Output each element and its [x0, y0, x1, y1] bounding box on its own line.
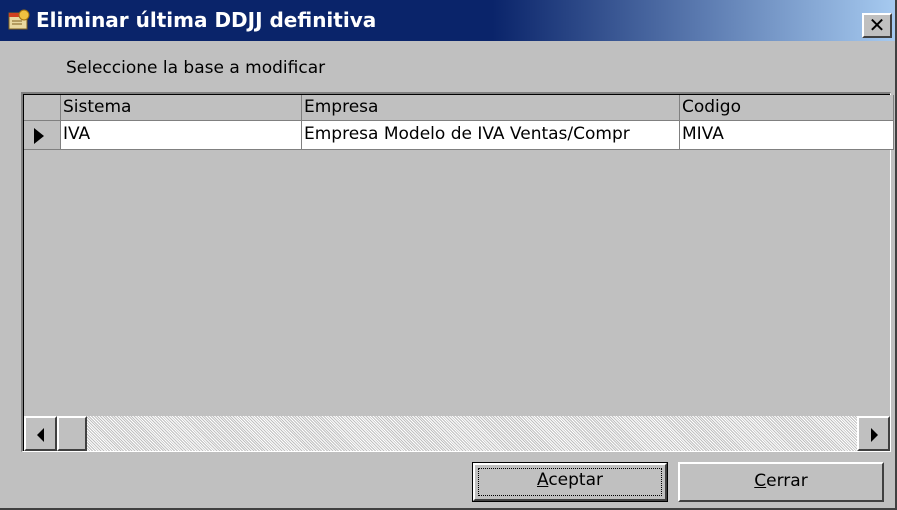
dialog-window: Eliminar última DDJJ definitiva ✕ Selecc…	[0, 0, 897, 510]
app-notebook-icon	[8, 9, 30, 30]
accept-label: ceptar	[548, 470, 603, 490]
table-row[interactable]: IVA Empresa Modelo de IVA Ventas/Compr M…	[24, 121, 894, 150]
close-mnemonic: C	[754, 471, 767, 491]
accept-button[interactable]: Aceptar	[472, 462, 668, 502]
scrollbar-thumb[interactable]	[57, 416, 87, 451]
scroll-right-button[interactable]	[857, 416, 890, 451]
close-button[interactable]: Cerrar	[678, 462, 884, 502]
scroll-left-button[interactable]	[24, 416, 57, 451]
cell-sistema[interactable]: IVA	[61, 121, 302, 150]
column-header-sistema[interactable]: Sistema	[61, 95, 302, 121]
accept-mnemonic: A	[536, 470, 549, 490]
cell-empresa[interactable]: Empresa Modelo de IVA Ventas/Compr	[302, 121, 680, 150]
title-bar[interactable]: Eliminar última DDJJ definitiva ✕	[0, 0, 895, 41]
close-label: errar	[766, 471, 808, 491]
horizontal-scrollbar[interactable]	[24, 416, 890, 451]
row-selector[interactable]	[24, 121, 61, 150]
column-header-codigo[interactable]: Codigo	[680, 95, 894, 121]
instruction-label: Seleccione la base a modificar	[66, 58, 326, 78]
current-row-arrow-icon	[34, 128, 44, 144]
grid-corner-header	[24, 95, 61, 121]
column-header-empresa[interactable]: Empresa	[302, 95, 680, 121]
cell-codigo[interactable]: MIVA	[680, 121, 894, 150]
arrow-left-icon	[37, 428, 44, 442]
close-window-button[interactable]: ✕	[862, 13, 892, 38]
window-title: Eliminar última DDJJ definitiva	[36, 8, 377, 32]
arrow-right-icon	[871, 428, 878, 442]
grid-header-row: Sistema Empresa Codigo	[24, 95, 894, 121]
bases-grid[interactable]: Sistema Empresa Codigo IVA Empresa Model…	[21, 92, 894, 452]
close-icon: ✕	[868, 13, 886, 37]
